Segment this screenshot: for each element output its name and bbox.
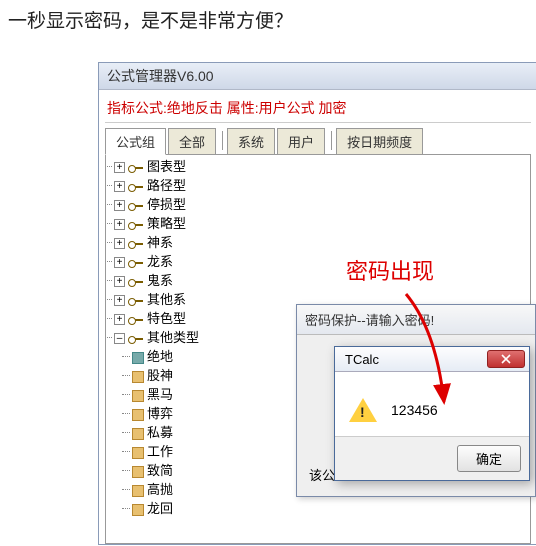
tab-system[interactable]: 系统 [227, 128, 275, 155]
formula-icon [132, 504, 144, 516]
formula-icon [132, 447, 144, 459]
tree-folder[interactable]: +鬼系 [114, 271, 530, 290]
tree-leaf[interactable]: 龙回 [132, 499, 530, 518]
collapse-icon[interactable]: – [114, 333, 125, 344]
tab-all[interactable]: 全部 [168, 128, 216, 155]
formula-icon [132, 409, 144, 421]
formula-icon [132, 371, 144, 383]
warning-icon [349, 398, 377, 422]
tcalc-alert-dialog: TCalc 123456 确定 [334, 346, 530, 481]
tree-folder[interactable]: +图表型 [114, 157, 530, 176]
key-icon [128, 296, 144, 306]
tab-user[interactable]: 用户 [277, 128, 325, 155]
formula-icon [132, 428, 144, 440]
tree-folder[interactable]: +路径型 [114, 176, 530, 195]
key-icon [128, 239, 144, 249]
key-icon [128, 163, 144, 173]
expand-icon[interactable]: + [114, 162, 125, 173]
expand-icon[interactable]: + [114, 200, 125, 211]
key-icon [128, 258, 144, 268]
formula-info-line: 指标公式:绝地反击 属性:用户公式 加密 [105, 94, 531, 123]
close-button[interactable] [487, 350, 525, 368]
expand-icon[interactable]: + [114, 314, 125, 325]
tree-folder[interactable]: +停损型 [114, 195, 530, 214]
window-titlebar[interactable]: 公式管理器V6.00 [99, 63, 536, 90]
key-icon [128, 315, 144, 325]
expand-icon[interactable]: + [114, 181, 125, 192]
tree-folder[interactable]: +策略型 [114, 214, 530, 233]
close-icon [501, 354, 511, 364]
key-icon [128, 220, 144, 230]
key-icon [128, 334, 144, 344]
formula-icon [132, 390, 144, 402]
ok-button[interactable]: 确定 [457, 445, 521, 472]
key-icon [128, 182, 144, 192]
expand-icon[interactable]: + [114, 276, 125, 287]
dialog-title[interactable]: 密码保护--请输入密码! [297, 305, 535, 335]
key-icon [128, 201, 144, 211]
expand-icon[interactable]: + [114, 295, 125, 306]
formula-icon [132, 485, 144, 497]
alert-title: TCalc [345, 352, 379, 367]
annotation-label: 密码出现 [346, 254, 434, 286]
formula-icon [132, 352, 144, 364]
key-icon [128, 277, 144, 287]
expand-icon[interactable]: + [114, 219, 125, 230]
tree-folder[interactable]: +龙系 [114, 252, 530, 271]
page-caption: 一秒显示密码，是不是非常方便？ [0, 0, 536, 45]
tab-bar: 公式组 全部 系统 用户 按日期频度 [105, 127, 531, 154]
expand-icon[interactable]: + [114, 257, 125, 268]
revealed-password: 123456 [391, 402, 438, 418]
tree-folder[interactable]: +神系 [114, 233, 530, 252]
formula-icon [132, 466, 144, 478]
tab-by-date[interactable]: 按日期频度 [336, 128, 423, 155]
tab-group[interactable]: 公式组 [105, 128, 166, 155]
expand-icon[interactable]: + [114, 238, 125, 249]
